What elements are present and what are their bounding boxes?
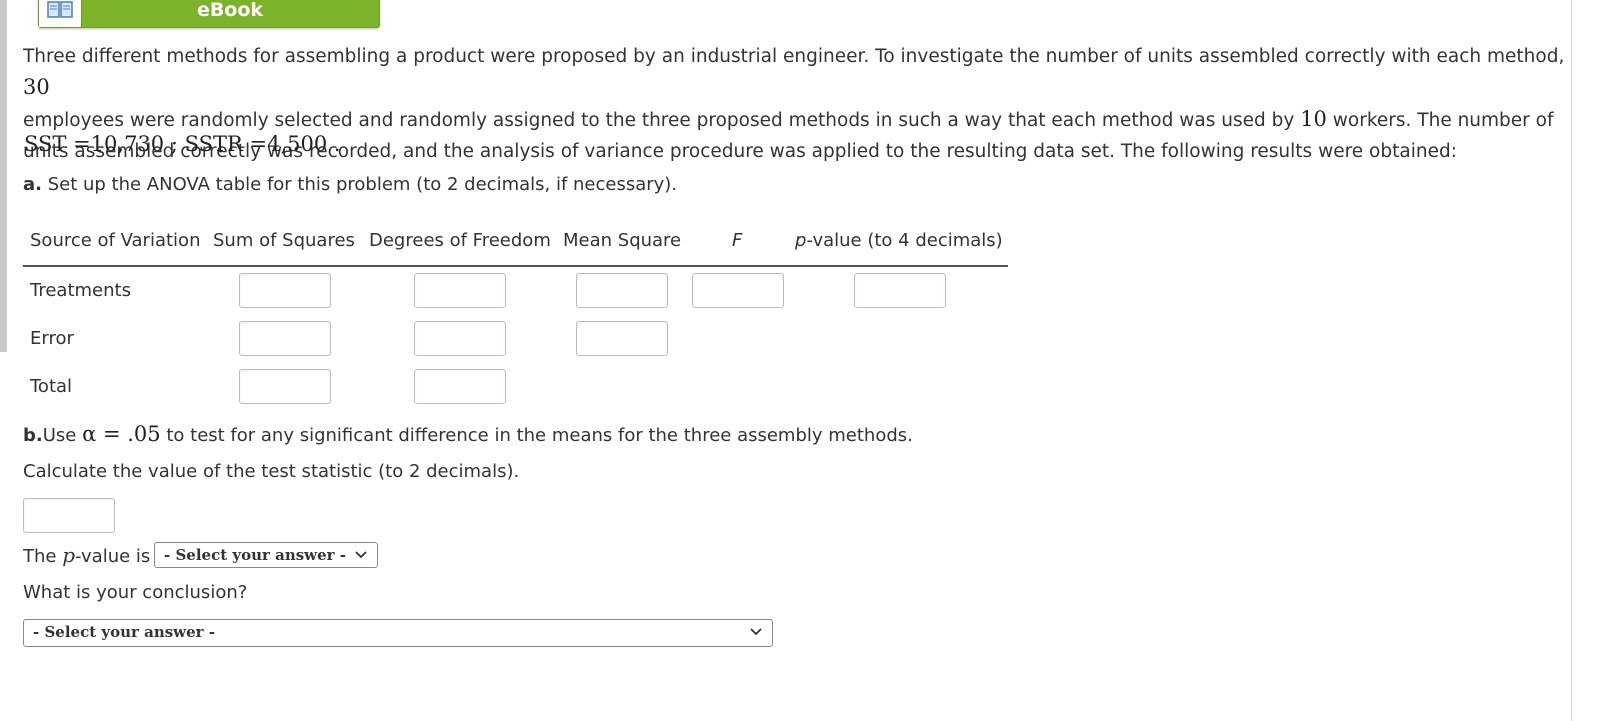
header-p-value: p-value (to 4 decimals) xyxy=(795,230,1003,251)
p-value-post: -value is xyxy=(75,546,151,567)
total-df-input[interactable] xyxy=(414,369,506,404)
p-value-select-text: - Select your answer - xyxy=(164,546,346,564)
given-values: SST =10,730 ; SSTR =4,500 . xyxy=(24,132,341,156)
conclusion-prompt: What is your conclusion? xyxy=(23,582,248,603)
header-sum-of-squares: Sum of Squares xyxy=(213,230,355,251)
row-label-total: Total xyxy=(30,376,73,397)
error-ss-input[interactable] xyxy=(239,321,331,356)
treatments-ss-input[interactable] xyxy=(239,273,331,308)
error-ms-input[interactable] xyxy=(576,321,668,356)
part-b-text-pre: Use xyxy=(42,425,83,446)
row-label-error: Error xyxy=(30,328,74,349)
part-a-label: a. xyxy=(23,174,42,195)
problem-text-1: Three different methods for assembling a… xyxy=(23,46,1565,67)
header-source: Source of Variation xyxy=(30,230,201,251)
test-statistic-input[interactable] xyxy=(23,498,115,533)
header-degrees-of-freedom: Degrees of Freedom xyxy=(369,230,551,251)
part-b-prompt: b.Use α = .05 to test for any significan… xyxy=(23,422,913,446)
conclusion-select[interactable]: - Select your answer - xyxy=(23,619,773,647)
ebook-button[interactable]: eBook xyxy=(38,0,380,28)
worker-count: 10 xyxy=(1300,107,1327,131)
conclusion-select-text: - Select your answer - xyxy=(33,623,215,641)
treatments-pvalue-input[interactable] xyxy=(854,273,946,308)
header-mean-square: Mean Square xyxy=(563,230,682,251)
error-df-input[interactable] xyxy=(414,321,506,356)
treatments-f-input[interactable] xyxy=(692,273,784,308)
header-p-rest: -value (to 4 decimals) xyxy=(806,230,1003,251)
header-f: F xyxy=(732,230,743,251)
p-value-pre: The xyxy=(23,546,63,567)
employee-count: 30 xyxy=(23,75,50,99)
p-value-label: The p-value is xyxy=(23,543,150,567)
test-statistic-prompt: Calculate the value of the test statisti… xyxy=(23,461,520,482)
part-b-label: b. xyxy=(23,425,43,446)
alpha-value: α = .05 xyxy=(82,422,161,446)
chevron-down-icon xyxy=(750,628,762,636)
p-value-select[interactable]: - Select your answer - xyxy=(154,542,378,568)
ebook-label: eBook xyxy=(196,0,264,21)
part-a-text: Set up the ANOVA table for this problem … xyxy=(41,174,678,195)
part-a-prompt: a. Set up the ANOVA table for this probl… xyxy=(23,174,677,195)
problem-text-2: employees were randomly selected and ran… xyxy=(23,110,1301,131)
header-p-italic: p xyxy=(795,230,807,251)
book-icon xyxy=(39,0,82,27)
treatments-ms-input[interactable] xyxy=(576,273,668,308)
treatments-df-input[interactable] xyxy=(414,273,506,308)
p-value-p: p xyxy=(62,543,76,567)
chevron-down-icon xyxy=(355,551,367,559)
page-scroll-edge xyxy=(0,0,7,352)
header-divider xyxy=(23,265,1008,267)
row-label-treatments: Treatments xyxy=(30,280,131,301)
part-b-text-post: to test for any significant difference i… xyxy=(160,425,913,446)
problem-text-3: workers. The number of xyxy=(1326,110,1554,131)
total-ss-input[interactable] xyxy=(239,369,331,404)
